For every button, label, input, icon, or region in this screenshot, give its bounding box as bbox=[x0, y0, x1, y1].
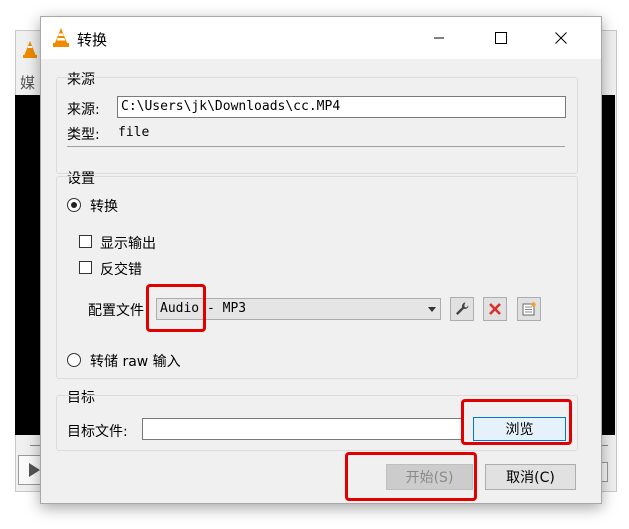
deinterlace-label: 反交错 bbox=[100, 262, 142, 278]
maximize-button[interactable] bbox=[478, 17, 524, 59]
type-label: 类型: bbox=[67, 127, 100, 143]
show-output-checkbox[interactable] bbox=[79, 235, 92, 248]
edit-profile-button[interactable] bbox=[450, 297, 474, 321]
minimize-icon bbox=[434, 37, 444, 39]
highlight-start-box bbox=[345, 452, 477, 501]
show-output-label: 显示输出 bbox=[100, 236, 156, 252]
type-value: file bbox=[118, 125, 150, 140]
close-icon bbox=[555, 32, 567, 44]
new-profile-icon bbox=[522, 302, 536, 316]
source-path-field[interactable]: C:\Users\jk\Downloads\cc.MP4 bbox=[117, 96, 566, 118]
source-divider bbox=[67, 146, 565, 147]
deinterlace-checkbox[interactable] bbox=[79, 261, 92, 274]
convert-radio[interactable] bbox=[67, 198, 81, 212]
dump-raw-radio[interactable] bbox=[67, 353, 81, 367]
wrench-icon bbox=[456, 302, 469, 315]
dump-raw-label: 转储 raw 输入 bbox=[90, 354, 181, 370]
delete-icon bbox=[489, 303, 501, 315]
convert-radio-label: 转换 bbox=[90, 199, 118, 215]
vlc-cone-icon bbox=[52, 27, 70, 51]
cancel-button[interactable]: 取消(C) bbox=[485, 464, 576, 490]
destination-file-field[interactable] bbox=[142, 418, 464, 440]
chevron-down-icon bbox=[428, 307, 436, 312]
window-title: 转换 bbox=[77, 31, 108, 49]
profile-label: 配置文件 bbox=[88, 303, 144, 319]
title-bar: 转换 bbox=[41, 17, 601, 59]
highlight-profile-box bbox=[146, 284, 206, 332]
new-profile-button[interactable] bbox=[517, 297, 541, 321]
minimize-button[interactable] bbox=[416, 17, 462, 59]
delete-profile-button[interactable] bbox=[483, 297, 507, 321]
close-button[interactable] bbox=[538, 17, 584, 59]
vlc-cone-icon bbox=[22, 40, 38, 62]
background-menu-label: 媒 bbox=[20, 74, 36, 92]
maximize-icon bbox=[495, 32, 507, 44]
highlight-browse-box bbox=[461, 399, 572, 445]
source-label: 来源: bbox=[67, 102, 100, 118]
destination-label: 目标文件: bbox=[67, 424, 128, 440]
